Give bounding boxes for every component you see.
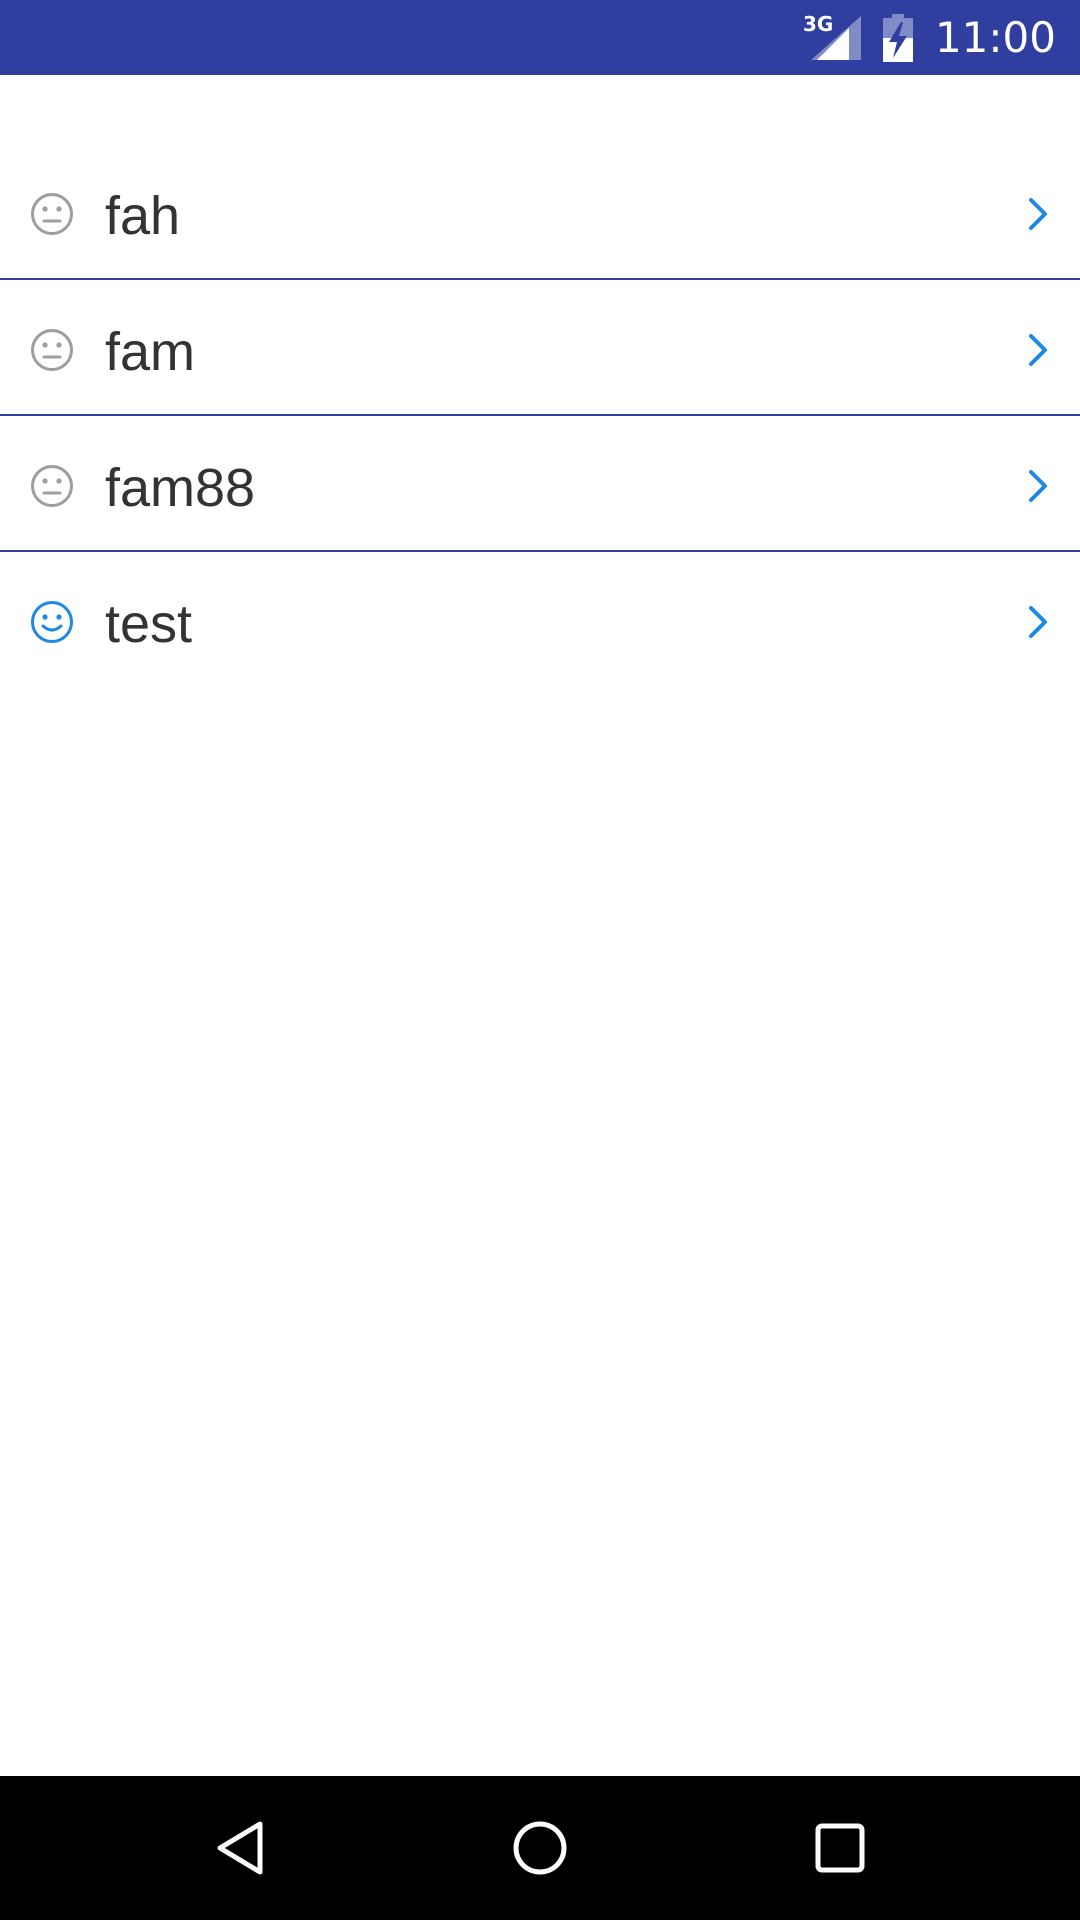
list-item[interactable]: fam88 bbox=[0, 416, 1080, 552]
neutral-face-icon bbox=[31, 465, 73, 507]
home-icon bbox=[513, 1821, 567, 1875]
back-button[interactable] bbox=[190, 1798, 290, 1898]
list-item-label: test bbox=[105, 594, 193, 654]
recents-icon bbox=[815, 1823, 865, 1873]
status-icons: 3G 11:00 bbox=[803, 0, 1056, 75]
navigation-bar bbox=[0, 1776, 1080, 1920]
list-item-label: fam88 bbox=[105, 458, 256, 518]
list-item-label: fah bbox=[105, 186, 181, 246]
recents-button[interactable] bbox=[790, 1798, 890, 1898]
chevron-right-icon bbox=[1029, 470, 1047, 502]
list-item[interactable]: fam bbox=[0, 280, 1080, 416]
signal-indicator: 3G bbox=[803, 0, 861, 75]
status-bar: 3G 11:00 bbox=[0, 0, 1080, 75]
happy-face-icon bbox=[31, 601, 73, 643]
chevron-right-icon bbox=[1029, 334, 1047, 366]
chevron-right-icon bbox=[1029, 606, 1047, 638]
neutral-face-icon bbox=[31, 193, 73, 235]
status-clock: 11:00 bbox=[934, 13, 1056, 62]
neutral-face-icon bbox=[31, 329, 73, 371]
home-button[interactable] bbox=[490, 1798, 590, 1898]
item-list: fah fam fam88 test bbox=[0, 144, 1080, 688]
back-icon bbox=[217, 1821, 263, 1875]
list-item[interactable]: fah bbox=[0, 144, 1080, 280]
battery-charging-icon bbox=[882, 13, 913, 62]
list-item[interactable]: test bbox=[0, 552, 1080, 688]
list-item-label: fam bbox=[105, 322, 196, 382]
signal-icon bbox=[810, 16, 861, 60]
chevron-right-icon bbox=[1029, 198, 1047, 230]
